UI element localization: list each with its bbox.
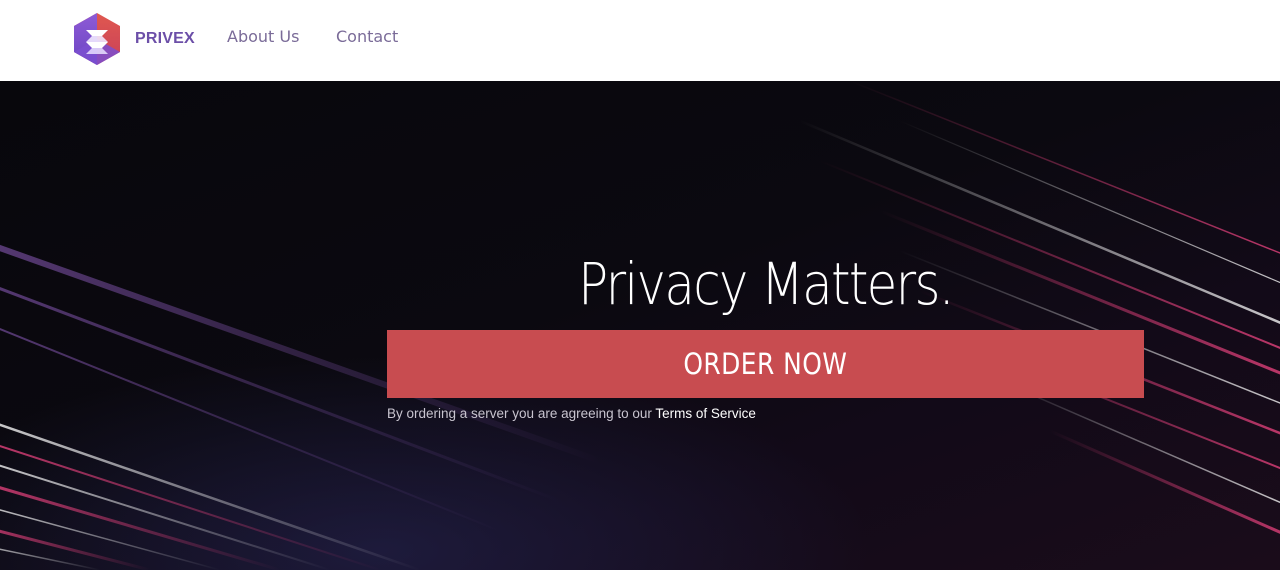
navbar: PRIVEX About Us Contact xyxy=(0,0,1280,81)
hero-section: Privacy Matters. ORDER NOW By ordering a… xyxy=(0,81,1280,570)
order-now-label: ORDER NOW xyxy=(683,347,848,381)
hero-title: Privacy Matters. xyxy=(578,250,954,318)
order-now-button[interactable]: ORDER NOW xyxy=(387,330,1144,398)
streak-lines-background xyxy=(0,81,1280,570)
terms-disclaimer: By ordering a server you are agreeing to… xyxy=(387,406,756,421)
brand-name: PRIVEX xyxy=(135,30,195,47)
hexagon-logo-icon xyxy=(74,13,120,65)
terms-of-service-link[interactable]: Terms of Service xyxy=(655,406,756,421)
nav-link-contact[interactable]: Contact xyxy=(336,27,398,46)
terms-disclaimer-text: By ordering a server you are agreeing to… xyxy=(387,406,656,421)
brand-home-link[interactable]: PRIVEX xyxy=(72,12,195,66)
nav-link-about-us[interactable]: About Us xyxy=(227,27,299,46)
